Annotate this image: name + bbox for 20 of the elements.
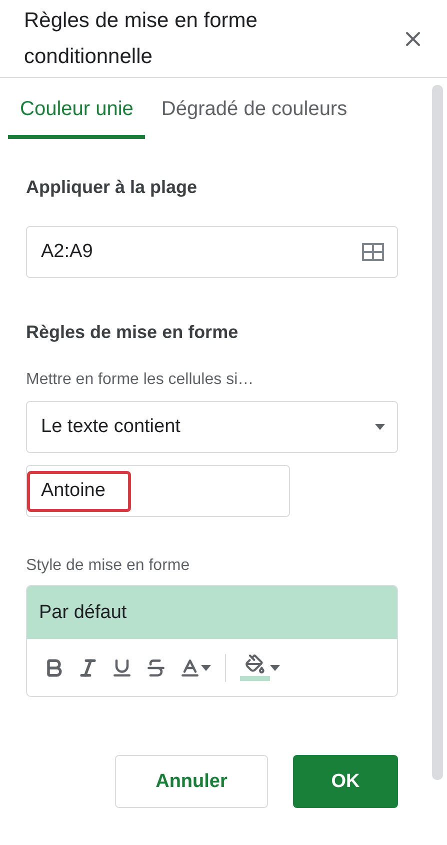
condition-dropdown[interactable]: Le texte contient: [26, 401, 398, 453]
range-field[interactable]: A2:A9: [26, 226, 398, 278]
grid-icon[interactable]: [361, 242, 385, 262]
caret-icon: [270, 664, 280, 670]
section-heading: Appliquer à la plage: [26, 177, 198, 198]
tab[interactable]: Dégradé de couleurs: [149, 86, 360, 139]
paint-bucket-icon: [245, 654, 265, 674]
style-preview: Par défaut: [27, 586, 397, 639]
fill-color-swatch: [240, 676, 270, 681]
ok-button[interactable]: OK: [293, 755, 398, 808]
section-heading: Règles de mise en forme: [26, 322, 240, 343]
text-color-icon: [179, 656, 201, 678]
caret-icon: [375, 424, 385, 430]
cancel-button[interactable]: Annuler: [115, 755, 268, 808]
input-field[interactable]: Antoine: [26, 465, 290, 517]
caret-icon: [201, 664, 211, 670]
field-label: Mettre en forme les cellules si…: [26, 371, 255, 389]
dialog-title: Règles de mise en forme conditionnelle: [24, 8, 258, 70]
field-label: Style de mise en forme: [26, 557, 191, 575]
tab[interactable]: Couleur unie: [8, 86, 146, 139]
